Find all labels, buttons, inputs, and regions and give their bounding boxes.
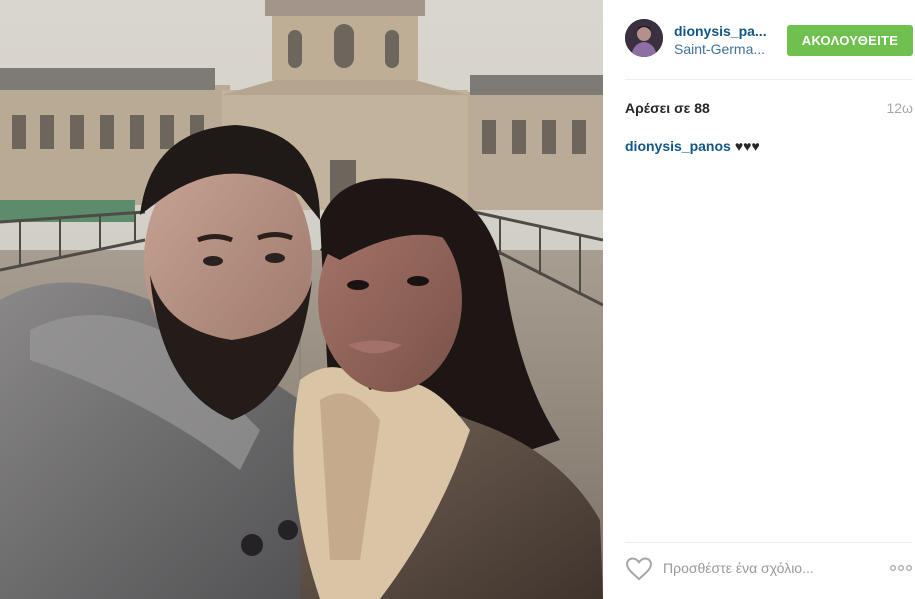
likes-count[interactable]: Αρέσει σε 88 <box>625 100 710 116</box>
selfie-photo-illustration <box>0 0 603 599</box>
caption-text: ♥♥♥ <box>734 138 760 154</box>
post-timestamp[interactable]: 12ω <box>886 100 913 116</box>
caption: dionysis_panos ♥♥♥ <box>625 138 760 154</box>
avatar-image-icon <box>625 19 663 57</box>
header-divider <box>625 79 913 80</box>
likes-count-text[interactable]: Αρέσει σε 88 <box>625 100 710 116</box>
follow-button[interactable]: ΑΚΟΛΟΥΘΕΙΤΕ <box>787 25 913 56</box>
more-options-icon <box>889 564 913 572</box>
more-options-button[interactable] <box>889 560 913 576</box>
heart-outline-icon <box>625 557 653 581</box>
post-location-link[interactable]: Saint-Germa... <box>674 41 774 57</box>
footer-divider <box>625 542 913 543</box>
post-header: dionysis_pa... Saint-Germa... ΑΚΟΛΟΥΘΕΙΤ… <box>603 0 915 80</box>
caption-author-link[interactable]: dionysis_panos <box>625 138 731 154</box>
post-photo[interactable] <box>0 0 603 599</box>
avatar[interactable] <box>625 19 663 57</box>
post-username-link[interactable]: dionysis_pa... <box>674 23 774 39</box>
post-details-panel: dionysis_pa... Saint-Germa... ΑΚΟΛΟΥΘΕΙΤ… <box>603 0 915 599</box>
add-comment-input[interactable] <box>663 555 873 581</box>
like-button[interactable] <box>625 556 653 582</box>
